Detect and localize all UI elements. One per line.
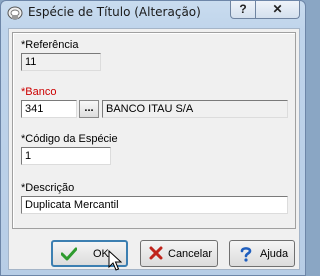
- referencia-field: 11: [21, 53, 101, 71]
- banco-lookup-button[interactable]: ...: [79, 100, 99, 118]
- help-button[interactable]: Ajuda: [229, 240, 295, 267]
- check-icon: [61, 247, 77, 261]
- descricao-input[interactable]: Duplicata Mercantil: [21, 196, 288, 214]
- form-panel: *Referência 11 *Banco 341 ... BANCO ITAU…: [12, 32, 296, 229]
- mouse-pointer-icon: [108, 250, 122, 271]
- dialog-client-area: *Referência 11 *Banco 341 ... BANCO ITAU…: [8, 28, 300, 270]
- title-help-button[interactable]: ?: [230, 1, 256, 19]
- help-button-label: Ajuda: [260, 248, 289, 260]
- help-question-icon: [240, 247, 252, 262]
- banco-name-field: BANCO ITAU S/A: [102, 100, 288, 118]
- close-button[interactable]: ✕: [256, 1, 300, 19]
- dialog-window: Espécie de Título (Alteração) ? ✕ *Refer…: [0, 0, 306, 276]
- codigo-especie-label: *Código da Espécie: [21, 133, 118, 145]
- cancel-button-label: Cancelar: [168, 248, 213, 260]
- cancel-button[interactable]: Cancelar: [140, 240, 218, 267]
- ok-button-label: OK: [93, 248, 109, 260]
- app-icon: [7, 6, 23, 20]
- codigo-especie-input[interactable]: 1: [21, 147, 111, 165]
- banco-code-input[interactable]: 341: [21, 100, 77, 118]
- close-icon: ✕: [272, 2, 283, 16]
- descricao-label: *Descrição: [21, 182, 75, 194]
- x-icon: [149, 246, 163, 260]
- window-title: Espécie de Título (Alteração): [28, 5, 201, 19]
- referencia-label: *Referência: [21, 39, 79, 51]
- title-bar[interactable]: Espécie de Título (Alteração) ? ✕: [1, 1, 305, 25]
- banco-label: *Banco: [21, 86, 57, 98]
